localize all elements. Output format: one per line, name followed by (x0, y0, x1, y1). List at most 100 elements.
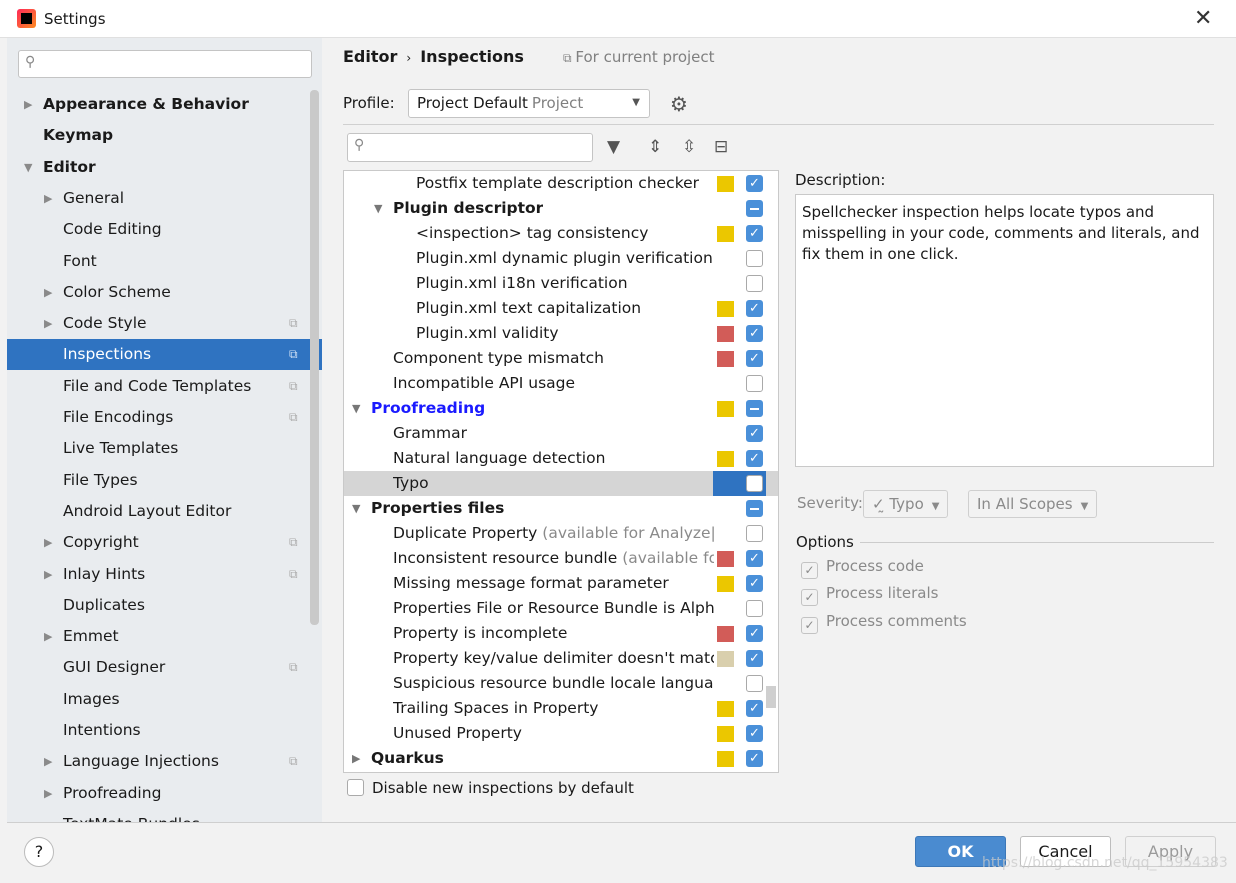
profile-dropdown[interactable]: Project Default Project ▼ (408, 89, 650, 118)
sidebar-item-general[interactable]: ▶ General (7, 183, 322, 214)
inspection-checkbox[interactable] (746, 500, 763, 517)
tree-group-row[interactable]: ▼ Plugin descriptor (344, 196, 778, 221)
sidebar-item-intentions[interactable]: Intentions (7, 715, 322, 746)
chevron-right-icon[interactable]: ▶ (44, 746, 52, 777)
sidebar-item-keymap[interactable]: Keymap (7, 120, 322, 151)
chevron-down-icon[interactable]: ▼ (374, 196, 382, 221)
inspection-checkbox[interactable]: ✓ (746, 625, 763, 642)
sidebar-scrollbar[interactable] (310, 90, 319, 625)
sidebar-item-editor[interactable]: ▼ Editor (7, 152, 322, 183)
inspection-checkbox[interactable] (746, 475, 763, 492)
inspection-checkbox[interactable] (746, 375, 763, 392)
tree-row[interactable]: Suspicious resource bundle locale langua… (344, 671, 778, 696)
tree-row[interactable]: <inspection> tag consistency ✓ (344, 221, 778, 246)
inspection-checkbox[interactable]: ✓ (746, 325, 763, 342)
inspection-checkbox[interactable] (746, 675, 763, 692)
help-button[interactable]: ? (24, 837, 54, 867)
inspection-checkbox[interactable] (746, 525, 763, 542)
tree-row[interactable]: Duplicate Property (available for Analyz… (344, 521, 778, 546)
collapse-all-icon[interactable]: ⇳ (682, 137, 696, 157)
chevron-right-icon[interactable]: ▶ (44, 621, 52, 652)
chevron-right-icon[interactable]: ▶ (44, 308, 52, 339)
chevron-right-icon[interactable]: ▶ (44, 277, 52, 308)
close-icon[interactable]: ✕ (1194, 6, 1212, 31)
chevron-right-icon[interactable]: ▶ (44, 527, 52, 558)
sidebar-item-emmet[interactable]: ▶ Emmet (7, 621, 322, 652)
tree-row[interactable]: Plugin.xml dynamic plugin verification (344, 246, 778, 271)
sidebar-item-images[interactable]: Images (7, 684, 322, 715)
sidebar-item-file-encodings[interactable]: File Encodings ⧉ (7, 402, 322, 433)
sidebar-item-color-scheme[interactable]: ▶ Color Scheme (7, 277, 322, 308)
chevron-down-icon[interactable]: ▼ (352, 496, 360, 521)
inspection-checkbox[interactable] (746, 400, 763, 417)
inspection-checkbox[interactable]: ✓ (746, 725, 763, 742)
tree-row[interactable]: Property key/value delimiter doesn't mat… (344, 646, 778, 671)
scope-dropdown[interactable]: In All Scopes ▼ (968, 490, 1098, 518)
tree-row[interactable]: Property is incomplete ✓ (344, 621, 778, 646)
sidebar-item-live-templates[interactable]: Live Templates (7, 433, 322, 464)
chevron-down-icon[interactable]: ▼ (24, 152, 32, 183)
sidebar-item-file-and-code-templates[interactable]: File and Code Templates ⧉ (7, 371, 322, 402)
inspection-checkbox[interactable]: ✓ (746, 350, 763, 367)
inspection-checkbox[interactable]: ✓ (746, 300, 763, 317)
inspection-checkbox[interactable] (746, 250, 763, 267)
process-comments-checkbox[interactable]: ✓ Process comments (801, 612, 967, 634)
sidebar-item-proofreading[interactable]: ▶ Proofreading (7, 778, 322, 809)
gear-icon[interactable]: ⚙ (670, 92, 688, 116)
tree-row[interactable]: Unused Property ✓ (344, 721, 778, 746)
tree-row[interactable]: Properties File or Resource Bundle is Al… (344, 596, 778, 621)
tree-row[interactable]: Grammar ✓ (344, 421, 778, 446)
chevron-down-icon[interactable]: ▼ (352, 396, 360, 421)
sidebar-item-inspections[interactable]: Inspections ⧉ (7, 339, 322, 371)
sidebar-item-copyright[interactable]: ▶ Copyright ⧉ (7, 527, 322, 558)
inspection-checkbox[interactable]: ✓ (746, 750, 763, 767)
chevron-right-icon[interactable]: ▶ (44, 778, 52, 809)
tree-group-row[interactable]: ▼ Properties files (344, 496, 778, 521)
tree-group-row[interactable]: ▶ Quarkus ✓ (344, 746, 778, 771)
tree-row[interactable]: Inconsistent resource bundle (available … (344, 546, 778, 571)
inspection-checkbox[interactable] (746, 600, 763, 617)
sidebar-item-file-types[interactable]: File Types (7, 465, 322, 496)
reset-icon[interactable]: ⊟ (714, 137, 728, 157)
chevron-right-icon[interactable]: ▶ (44, 183, 52, 214)
tree-row[interactable]: Incompatible API usage (344, 371, 778, 396)
inspection-checkbox[interactable]: ✓ (746, 175, 763, 192)
tree-row[interactable]: Typo (344, 471, 778, 496)
tree-row[interactable]: Missing message format parameter ✓ (344, 571, 778, 596)
disable-new-inspections-checkbox[interactable]: Disable new inspections by default (347, 779, 634, 797)
filter-icon[interactable]: ▼ (607, 137, 620, 157)
sidebar-item-gui-designer[interactable]: GUI Designer ⧉ (7, 652, 322, 683)
sidebar-item-duplicates[interactable]: Duplicates (7, 590, 322, 621)
tree-row[interactable]: Component type mismatch ✓ (344, 346, 778, 371)
sidebar-item-language-injections[interactable]: ▶ Language Injections ⧉ (7, 746, 322, 777)
sidebar-item-android-layout-editor[interactable]: Android Layout Editor (7, 496, 322, 527)
sidebar-item-code-editing[interactable]: Code Editing (7, 214, 322, 245)
inspection-checkbox[interactable]: ✓ (746, 575, 763, 592)
chevron-right-icon[interactable]: ▶ (352, 746, 360, 771)
tree-row[interactable]: Plugin.xml i18n verification (344, 271, 778, 296)
inspection-checkbox[interactable]: ✓ (746, 225, 763, 242)
tree-row[interactable]: Plugin.xml validity ✓ (344, 321, 778, 346)
expand-all-icon[interactable]: ⇕ (648, 137, 662, 157)
sidebar-item-code-style[interactable]: ▶ Code Style ⧉ (7, 308, 322, 339)
severity-dropdown[interactable]: ✓̰ Typo ▼ (863, 490, 949, 518)
breadcrumb-editor[interactable]: Editor (343, 47, 397, 66)
inspection-search-input[interactable]: ⚲ (347, 133, 593, 162)
chevron-right-icon[interactable]: ▶ (24, 89, 32, 120)
sidebar-item-font[interactable]: Font (7, 246, 322, 277)
sidebar-item-inlay-hints[interactable]: ▶ Inlay Hints ⧉ (7, 559, 322, 590)
process-code-checkbox[interactable]: ✓ Process code (801, 557, 924, 579)
inspection-checkbox[interactable]: ✓ (746, 450, 763, 467)
tree-row[interactable]: Plugin.xml text capitalization ✓ (344, 296, 778, 321)
inspection-checkbox[interactable]: ✓ (746, 700, 763, 717)
process-literals-checkbox[interactable]: ✓ Process literals (801, 584, 938, 606)
inspection-checkbox[interactable]: ✓ (746, 650, 763, 667)
tree-row[interactable]: Trailing Spaces in Property ✓ (344, 696, 778, 721)
settings-search-input[interactable]: ⚲ (18, 50, 312, 78)
inspection-checkbox[interactable] (746, 275, 763, 292)
chevron-right-icon[interactable]: ▶ (44, 559, 52, 590)
tree-scrollbar[interactable] (766, 686, 776, 708)
sidebar-item-appearance-behavior[interactable]: ▶ Appearance & Behavior (7, 89, 322, 120)
inspection-checkbox[interactable]: ✓ (746, 550, 763, 567)
tree-row[interactable]: Natural language detection ✓ (344, 446, 778, 471)
